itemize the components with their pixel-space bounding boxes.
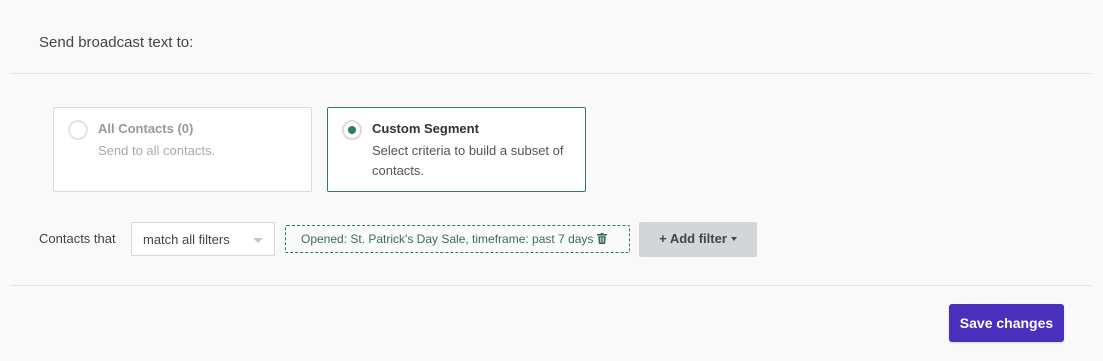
option-custom-segment[interactable]: Custom Segment Select criteria to build … [327,107,586,192]
option-all-contacts[interactable]: All Contacts (0) Send to all contacts. [53,107,312,192]
add-filter-label: + Add filter [659,231,727,246]
filter-chip[interactable]: Opened: St. Patrick's Day Sale, timefram… [285,225,630,253]
contacts-that-label: Contacts that [39,231,116,246]
page-title: Send broadcast text to: [39,34,194,51]
all-contacts-radio[interactable] [68,120,88,140]
add-filter-button[interactable]: + Add filter [639,222,757,257]
option-title: All Contacts (0) [98,121,194,136]
filter-chip-text: Opened: St. Patrick's Day Sale, timefram… [301,232,594,246]
option-title: Custom Segment [372,121,479,136]
match-mode-select[interactable]: match all filters [131,222,275,256]
custom-segment-radio[interactable] [342,120,362,140]
divider-top [10,73,1093,74]
caret-down-icon [253,238,263,243]
divider-bottom [10,285,1093,286]
broadcast-recipients-panel: Send broadcast text to: All Contacts (0)… [0,0,1103,361]
option-description: Send to all contacts. [98,143,216,158]
radio-selected-dot [348,126,356,134]
save-changes-button[interactable]: Save changes [949,304,1064,342]
option-description: Select criteria to build a subset of con… [372,143,564,178]
trash-icon[interactable] [597,233,608,244]
caret-down-icon [730,237,737,241]
match-mode-value: match all filters [143,232,230,247]
